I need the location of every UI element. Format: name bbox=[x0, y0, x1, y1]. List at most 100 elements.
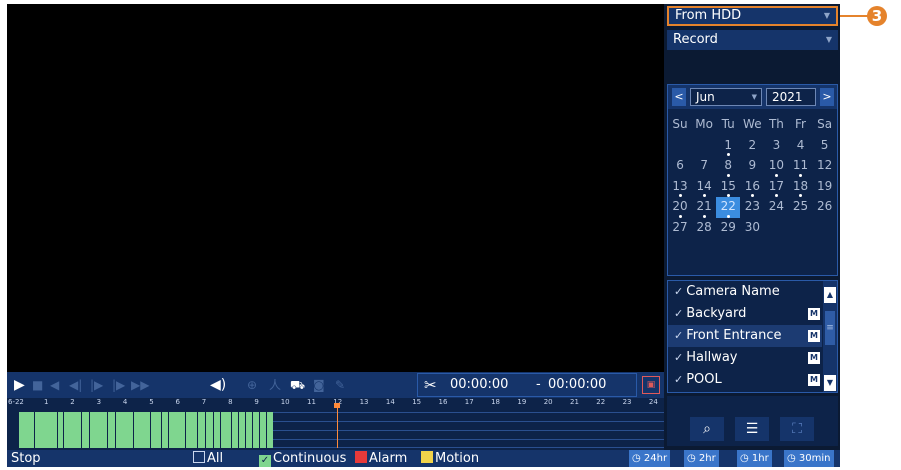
calendar-day[interactable]: 7 bbox=[692, 156, 716, 177]
calendar-day[interactable]: 24 bbox=[764, 197, 788, 218]
pin-icon[interactable]: ✎ bbox=[335, 372, 345, 398]
next-month-button[interactable]: > bbox=[820, 88, 834, 106]
calendar-day[interactable]: 30 bbox=[740, 218, 764, 239]
calendar-day[interactable]: 25 bbox=[788, 197, 812, 218]
playhead[interactable] bbox=[337, 404, 338, 448]
legend-all[interactable]: All bbox=[193, 450, 223, 467]
calendar-day[interactable]: 8 bbox=[716, 156, 740, 177]
legend-alarm[interactable]: Alarm bbox=[355, 450, 407, 467]
fullscreen-icon[interactable]: ⛶ bbox=[780, 417, 814, 441]
recording-gap bbox=[168, 412, 169, 448]
checkbox-icon[interactable] bbox=[193, 451, 205, 463]
smart-search-icon[interactable]: ⌕ bbox=[690, 417, 724, 441]
zoom-24hr-button[interactable]: ◷ 24hr bbox=[629, 450, 671, 467]
weekday-label: Sa bbox=[813, 115, 837, 136]
motion-badge: M bbox=[808, 330, 820, 342]
checkbox-icon[interactable]: ✓ bbox=[674, 285, 683, 298]
legend-motion[interactable]: Motion bbox=[421, 450, 479, 467]
camera-header[interactable]: ✓ Camera Name bbox=[668, 281, 822, 303]
calendar-day[interactable]: 21 bbox=[692, 197, 716, 218]
day-number: 16 bbox=[744, 178, 760, 193]
day-number: 12 bbox=[816, 158, 833, 172]
vehicle-icon[interactable]: ⛟ bbox=[290, 372, 305, 398]
checkbox-icon[interactable]: ✓ bbox=[674, 329, 683, 342]
volume-icon[interactable]: ◀) bbox=[210, 372, 226, 398]
step-back-icon[interactable]: ◀| bbox=[69, 372, 82, 398]
calendar-day[interactable]: 6 bbox=[668, 156, 692, 177]
calendar-day[interactable]: 29 bbox=[716, 218, 740, 239]
calendar-day[interactable]: 14 bbox=[692, 177, 716, 197]
day-number: 8 bbox=[724, 158, 733, 172]
day-number: 22 bbox=[720, 199, 736, 213]
camera-item[interactable]: ✓ Hallway M bbox=[668, 347, 822, 369]
zoom-icon[interactable]: ⊕ bbox=[247, 372, 257, 398]
scroll-up-icon[interactable]: ▲ bbox=[824, 287, 836, 303]
zoom-1hr-button[interactable]: ◷ 1hr bbox=[737, 450, 772, 467]
camera-item[interactable]: ✓ Front Entrance M bbox=[668, 325, 822, 347]
checkbox-icon[interactable]: ✓ bbox=[674, 307, 683, 320]
scroll-thumb[interactable]: ≡ bbox=[825, 311, 835, 345]
checkbox-icon[interactable]: ✓ bbox=[259, 455, 271, 467]
calendar-day[interactable]: 10 bbox=[764, 156, 788, 177]
year-select[interactable]: 2021 bbox=[766, 88, 816, 106]
calendar-empty bbox=[788, 218, 812, 239]
calendar-day[interactable]: 13 bbox=[668, 177, 692, 197]
calendar-day[interactable]: 19 bbox=[813, 177, 837, 198]
calendar-day[interactable]: 23 bbox=[740, 197, 764, 218]
clip-end-time[interactable]: 00:00:00 bbox=[548, 374, 606, 396]
camera-scrollbar[interactable]: ▲ ≡ ▼ bbox=[823, 281, 837, 392]
calendar-day[interactable]: 28 bbox=[692, 218, 716, 239]
checkbox-icon[interactable]: ✓ bbox=[674, 351, 683, 364]
person-icon[interactable]: 人 bbox=[269, 372, 281, 398]
calendar-day[interactable]: 11 bbox=[788, 156, 812, 177]
calendar-day[interactable]: 2 bbox=[740, 136, 764, 157]
record-type-dropdown[interactable]: Record ▼ bbox=[667, 30, 838, 50]
source-dropdown[interactable]: From HDD ▼ bbox=[667, 6, 838, 26]
calendar-day[interactable]: 5 bbox=[813, 136, 837, 157]
calendar-day[interactable]: 9 bbox=[740, 156, 764, 177]
scissors-icon[interactable]: ✂ bbox=[424, 374, 437, 396]
video-display[interactable] bbox=[7, 4, 664, 372]
calendar-day[interactable]: 17 bbox=[764, 177, 788, 197]
calendar-day[interactable]: 27 bbox=[668, 218, 692, 239]
hour-label: 19 bbox=[517, 398, 527, 406]
calendar-day[interactable]: 20 bbox=[668, 197, 692, 218]
step-forward-icon[interactable]: |▶ bbox=[90, 372, 103, 398]
play-icon[interactable]: ▶ bbox=[14, 372, 25, 398]
timeline[interactable]: 6-22 1 2 3 4 5 6 7 8 9 10 11 12 13 14 15 16 17 18 19 20 21 22… bbox=[7, 398, 664, 450]
calendar: < Jun ▼ 2021 > Su Mo Tu We Th Fr Sa 1 2 3 4 5 6 7 8 9 10… bbox=[667, 84, 838, 276]
zoom-30min-button[interactable]: ◷ 30min bbox=[784, 450, 834, 467]
checkbox-icon[interactable]: ✓ bbox=[674, 373, 683, 386]
calendar-day[interactable]: 16 bbox=[740, 177, 764, 197]
legend-continuous[interactable]: ✓ Continuous bbox=[259, 450, 346, 467]
snapshot-icon[interactable]: ◙ bbox=[313, 372, 325, 398]
save-clip-icon[interactable]: ▣ bbox=[642, 376, 660, 394]
fast-forward-icon[interactable]: ▶▶ bbox=[131, 372, 149, 398]
camera-item[interactable]: ✓ Backyard M bbox=[668, 303, 822, 325]
reverse-icon[interactable]: ◀ bbox=[50, 372, 59, 398]
calendar-day[interactable]: 1 bbox=[716, 136, 740, 156]
clip-start-time[interactable]: 00:00:00 bbox=[450, 374, 508, 396]
calendar-day[interactable]: 4 bbox=[788, 136, 812, 157]
week-row: 6 7 8 9 10 11 12 bbox=[668, 156, 837, 177]
calendar-day[interactable]: 18 bbox=[788, 177, 812, 197]
list-icon[interactable]: ☰ bbox=[735, 417, 769, 441]
calendar-day[interactable]: 3 bbox=[764, 136, 788, 157]
calendar-day[interactable]: 26 bbox=[813, 197, 837, 218]
calendar-day[interactable]: 15 bbox=[716, 177, 740, 197]
status-bar: Stop All ✓ Continuous Alarm Motion ◷ 24hr… bbox=[7, 450, 840, 467]
month-select[interactable]: Jun ▼ bbox=[690, 88, 762, 106]
week-row: 13 14 15 16 17 18 19 bbox=[668, 177, 837, 198]
clip-time-range[interactable]: ✂ 00:00:00 - 00:00:00 bbox=[417, 373, 637, 397]
hour-label: 15 bbox=[412, 398, 422, 406]
prev-month-button[interactable]: < bbox=[672, 88, 686, 106]
camera-item[interactable]: ✓ POOL M bbox=[668, 369, 822, 391]
timeline-tracks[interactable] bbox=[19, 403, 664, 448]
zoom-2hr-button[interactable]: ◷ 2hr bbox=[684, 450, 719, 467]
slow-icon[interactable]: |▶ bbox=[112, 372, 125, 398]
calendar-day[interactable]: 22 bbox=[716, 197, 741, 218]
scroll-down-icon[interactable]: ▼ bbox=[824, 375, 836, 391]
recording-gap bbox=[161, 412, 162, 448]
calendar-day[interactable]: 12 bbox=[813, 156, 837, 177]
stop-icon[interactable]: ■ bbox=[32, 372, 43, 398]
